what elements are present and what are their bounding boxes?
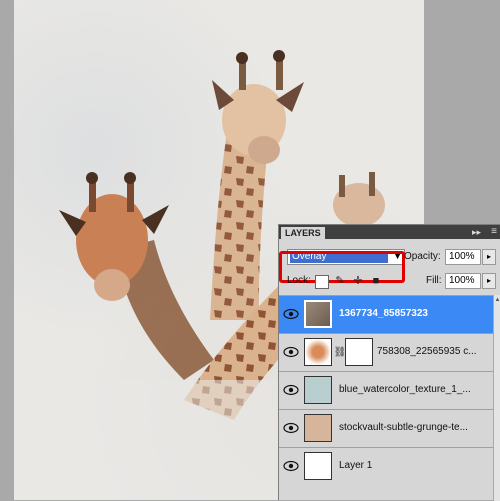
eye-icon[interactable] bbox=[283, 422, 299, 434]
lock-position-icon[interactable]: ✛ bbox=[351, 274, 365, 288]
tab-layers[interactable]: LAYERS bbox=[281, 227, 325, 239]
eye-icon[interactable] bbox=[283, 384, 299, 396]
fill-input[interactable]: 100% bbox=[445, 273, 481, 289]
layer-name[interactable]: Layer 1 bbox=[339, 460, 372, 471]
layer-row-758308[interactable]: ⛓ 758308_22565935 c... bbox=[279, 333, 493, 371]
lock-label: Lock: bbox=[287, 275, 311, 286]
layer-name[interactable]: stockvault-subtle-grunge-te... bbox=[339, 422, 468, 433]
layer-mask-thumbnail[interactable] bbox=[345, 338, 373, 366]
panel-header: LAYERS ▸▸ ≡ bbox=[279, 225, 500, 239]
panel-menu-icon[interactable]: ≡ bbox=[491, 226, 497, 238]
layer-thumbnail-white bbox=[304, 452, 332, 480]
layer-thumbnail-tan bbox=[304, 414, 332, 442]
layer-thumbnail-masked bbox=[304, 338, 332, 366]
collapse-icon[interactable]: ▸▸ bbox=[472, 226, 481, 238]
eye-icon[interactable] bbox=[283, 308, 299, 320]
fill-slider-arrow-icon[interactable]: ▸ bbox=[482, 273, 496, 289]
layer-list: 1367734_85857323 ⛓ 758308_22565935 c... … bbox=[279, 295, 500, 501]
layer-name[interactable]: blue_watercolor_texture_1_... bbox=[339, 384, 471, 395]
opacity-label: Opacity: bbox=[404, 251, 441, 262]
layer-row-blue-watercolor[interactable]: blue_watercolor_texture_1_... bbox=[279, 371, 493, 409]
lock-pixels-icon[interactable]: ✎ bbox=[333, 274, 347, 288]
eye-icon[interactable] bbox=[283, 346, 299, 358]
layers-scrollbar[interactable]: ▲ bbox=[493, 295, 500, 501]
layer-name[interactable]: 1367734_85857323 bbox=[339, 308, 428, 319]
lock-transparency-icon[interactable] bbox=[315, 275, 329, 289]
opacity-slider-arrow-icon[interactable]: ▸ bbox=[482, 249, 496, 265]
layers-panel: LAYERS ▸▸ ≡ Overlay ▼ Opacity: 100% ▸ Lo… bbox=[278, 224, 500, 501]
lock-all-icon[interactable]: ■ bbox=[369, 274, 383, 288]
layer-row-1367734[interactable]: 1367734_85857323 bbox=[279, 295, 493, 333]
layer-row-stockvault[interactable]: stockvault-subtle-grunge-te... bbox=[279, 409, 493, 447]
blend-mode-row: Overlay ▼ Opacity: 100% ▸ bbox=[279, 239, 500, 283]
layer-thumbnail-blue bbox=[304, 376, 332, 404]
eye-icon[interactable] bbox=[283, 460, 299, 472]
fill-label: Fill: bbox=[426, 275, 442, 286]
layer-thumbnail-giraffe bbox=[304, 300, 332, 328]
lock-row: Lock: ✎ ✛ ■ Fill: 100% ▸ bbox=[279, 271, 500, 293]
scroll-up-icon[interactable]: ▲ bbox=[494, 297, 500, 303]
layer-row-layer-1[interactable]: Layer 1 bbox=[279, 447, 493, 485]
layer-name[interactable]: 758308_22565935 c... bbox=[377, 346, 477, 357]
opacity-input[interactable]: 100% bbox=[445, 249, 481, 265]
